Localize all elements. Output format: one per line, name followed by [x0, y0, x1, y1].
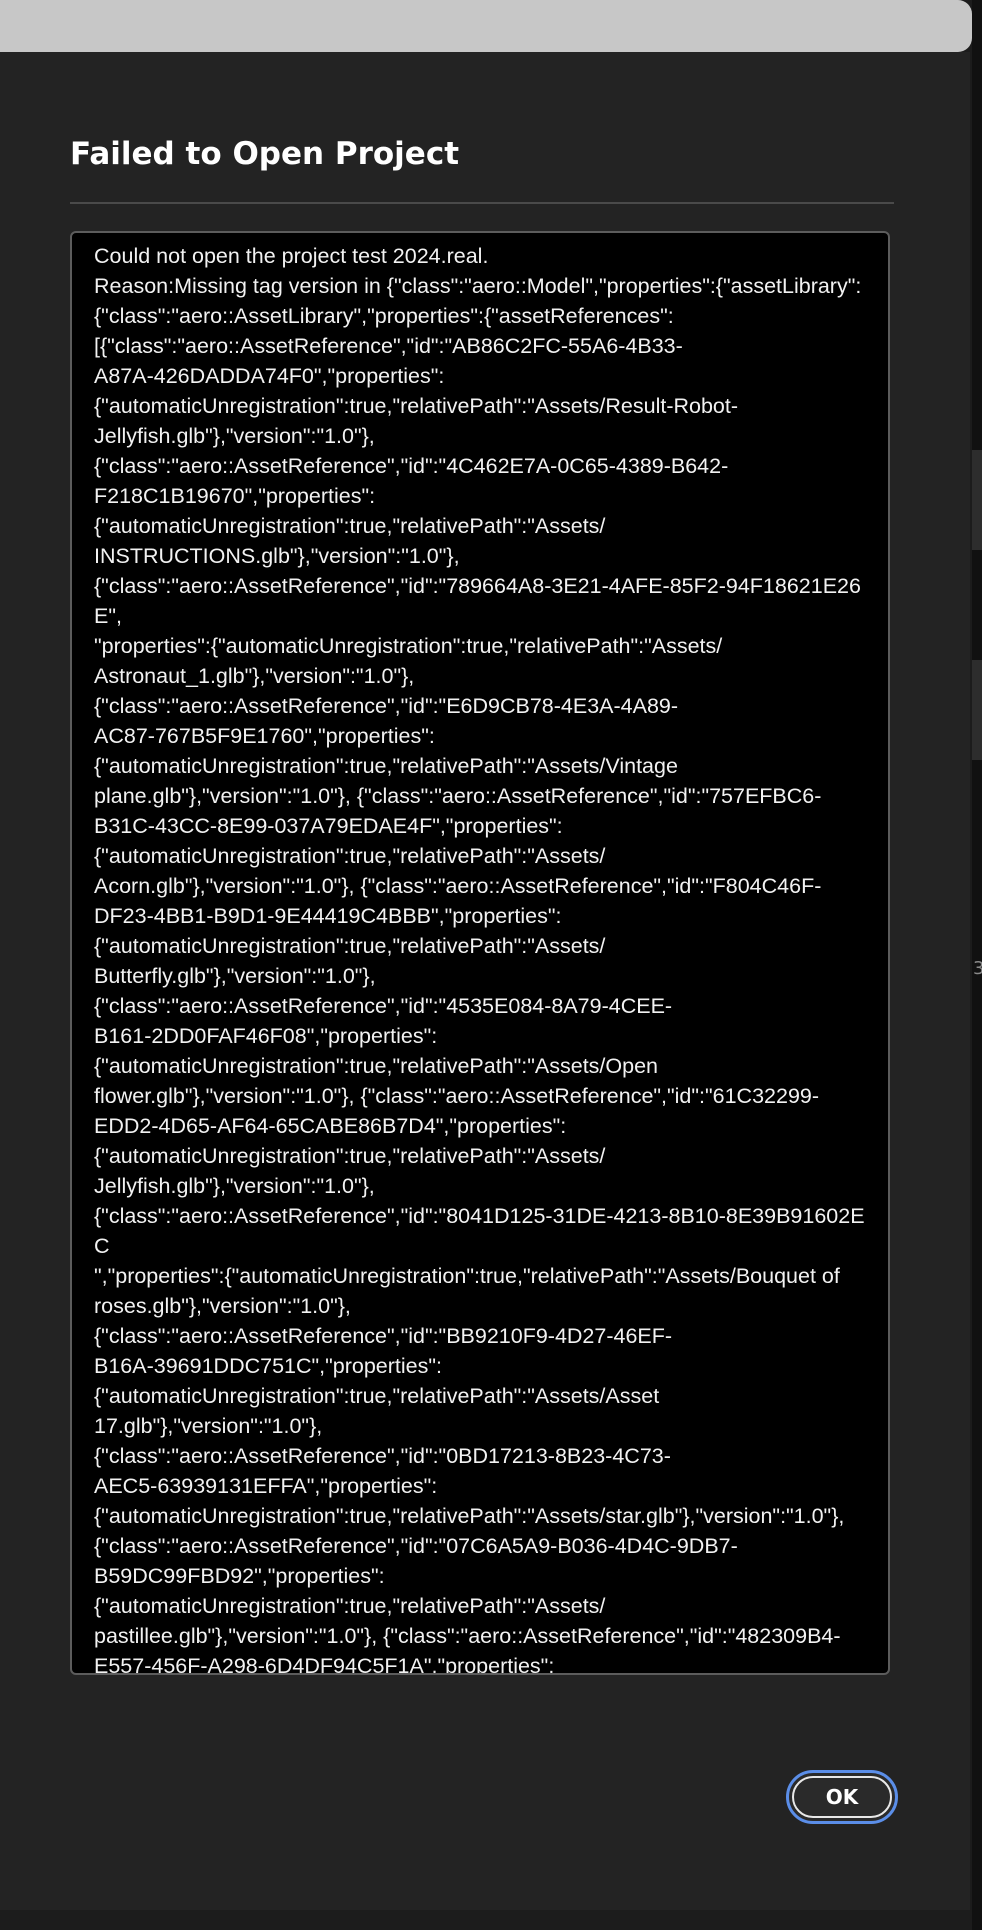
message-line: {"class":"aero::AssetLibrary","propertie… — [94, 304, 674, 328]
message-line: {"class":"aero::AssetReference","id":"4C… — [94, 454, 729, 478]
message-line: A87A-426DADDA74F0","properties": — [94, 364, 445, 388]
message-line: AC87-767B5F9E1760","properties": — [94, 724, 435, 748]
message-line: {"class":"aero::AssetReference","id":"78… — [94, 574, 861, 628]
message-line: EDD2-4D65-AF64-65CABE86B7D4","properties… — [94, 1114, 567, 1138]
message-line: {"automaticUnregistration":true,"relativ… — [94, 844, 606, 868]
message-line: Reason:Missing tag version in {"class":"… — [94, 274, 862, 298]
message-line: {"class":"aero::AssetReference","id":"07… — [94, 1534, 738, 1558]
message-line: Could not open the project test 2024.rea… — [94, 244, 489, 268]
message-line: {"automaticUnregistration":true,"relativ… — [94, 1054, 658, 1078]
dialog-title: Failed to Open Project — [70, 136, 460, 172]
message-line: {"class":"aero::AssetReference","id":"45… — [94, 994, 673, 1018]
message-line: {"automaticUnregistration":true,"relativ… — [94, 1504, 845, 1528]
message-line: Acorn.glb"},"version":"1.0"}, {"class":"… — [94, 874, 822, 898]
message-line: {"class":"aero::AssetReference","id":"80… — [94, 1204, 865, 1258]
message-line: {"automaticUnregistration":true,"relativ… — [94, 754, 678, 778]
error-message-text: Could not open the project test 2024.rea… — [94, 241, 878, 1675]
message-line: {"automaticUnregistration":true,"relativ… — [94, 514, 606, 538]
message-line: flower.glb"},"version":"1.0"}, {"class":… — [94, 1084, 820, 1108]
underlying-window-strip — [0, 0, 972, 52]
error-message-box[interactable]: Could not open the project test 2024.rea… — [70, 231, 890, 1675]
message-line: {"automaticUnregistration":true,"relativ… — [94, 1384, 660, 1408]
message-line: {"automaticUnregistration":true,"relativ… — [94, 1594, 606, 1618]
message-line: Jellyfish.glb"},"version":"1.0"}, — [94, 1174, 375, 1198]
ok-button-label: OK — [792, 1776, 892, 1818]
message-line: pastillee.glb"},"version":"1.0"}, {"clas… — [94, 1624, 841, 1648]
message-line: {"class":"aero::AssetReference","id":"E6… — [94, 694, 679, 718]
message-line: DF23-4BB1-B9D1-9E44419C4BBB","properties… — [94, 904, 562, 928]
message-line: AEC5-63939131EFFA","properties": — [94, 1474, 438, 1498]
message-line: roses.glb"},"version":"1.0"}, — [94, 1294, 351, 1318]
error-dialog: Failed to Open Project Could not open th… — [0, 52, 970, 1910]
message-line: B161-2DD0FAF46F08","properties": — [94, 1024, 438, 1048]
message-line: INSTRUCTIONS.glb"},"version":"1.0"}, — [94, 544, 460, 568]
message-line: {"class":"aero::AssetReference","id":"BB… — [94, 1324, 673, 1348]
message-line: B59DC99FBD92","properties": — [94, 1564, 385, 1588]
message-line: Astronaut_1.glb"},"version":"1.0"}, — [94, 664, 415, 688]
message-line: B31C-43CC-8E99-037A79EDAE4F","properties… — [94, 814, 563, 838]
message-line: Jellyfish.glb"},"version":"1.0"}, — [94, 424, 375, 448]
message-line: [{"class":"aero::AssetReference","id":"A… — [94, 334, 683, 358]
message-line: E557-456F-A298-6D4DF94C5F1A","properties… — [94, 1654, 555, 1675]
message-line: "properties":{"automaticUnregistration":… — [94, 634, 723, 658]
message-line: Butterfly.glb"},"version":"1.0"}, — [94, 964, 376, 988]
message-line: {"class":"aero::AssetReference","id":"0B… — [94, 1444, 671, 1468]
title-divider — [70, 202, 894, 204]
background-edge-text: 3 — [973, 958, 982, 979]
message-line: ","properties":{"automaticUnregistration… — [94, 1264, 840, 1288]
message-line: plane.glb"},"version":"1.0"}, {"class":"… — [94, 784, 822, 808]
message-line: {"automaticUnregistration":true,"relativ… — [94, 394, 739, 418]
message-line: {"automaticUnregistration":true,"relativ… — [94, 934, 606, 958]
message-line: F218C1B19670","properties": — [94, 484, 376, 508]
message-line: B16A-39691DDC751C","properties": — [94, 1354, 442, 1378]
message-line: 17.glb"},"version":"1.0"}, — [94, 1414, 323, 1438]
message-line: {"automaticUnregistration":true,"relativ… — [94, 1144, 606, 1168]
ok-button[interactable]: OK — [786, 1770, 898, 1824]
